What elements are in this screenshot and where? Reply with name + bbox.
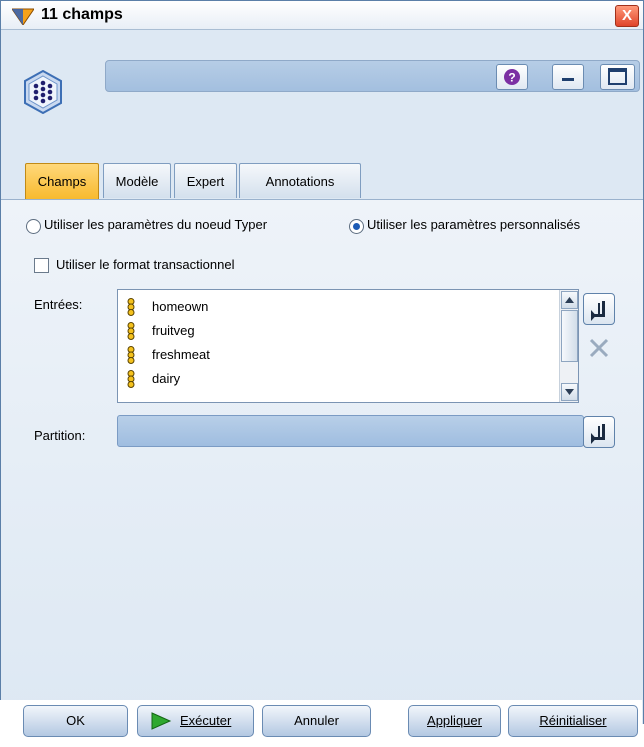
transactional-format-checkbox[interactable] xyxy=(34,258,49,273)
field-picker-button[interactable] xyxy=(583,293,615,325)
partition-label: Partition: xyxy=(34,428,86,443)
tab-annotations[interactable]: Annotations xyxy=(239,163,361,198)
remove-field-button[interactable] xyxy=(585,334,613,362)
partition-picker-button[interactable] xyxy=(583,416,615,448)
tab-expert[interactable]: Expert xyxy=(174,163,237,198)
transactional-format-label: Utiliser le format transactionnel xyxy=(56,257,235,272)
ordinal-field-icon xyxy=(127,322,135,340)
run-button[interactable]: Exécuter xyxy=(137,705,254,737)
inputs-scrollbar[interactable] xyxy=(559,290,578,402)
title-bar[interactable]: 11 champs X xyxy=(1,1,643,30)
radio-type-node-label: Utiliser les paramètres du noeud Typer xyxy=(44,217,268,232)
cancel-button[interactable]: Annuler xyxy=(262,705,371,737)
field-name: homeown xyxy=(152,299,209,314)
inputs-label: Entrées: xyxy=(34,297,83,312)
reset-button[interactable]: Réinitialiser xyxy=(508,705,638,737)
scroll-down-button[interactable] xyxy=(561,383,578,401)
ordinal-field-icon xyxy=(127,346,135,364)
minimize-button[interactable] xyxy=(552,64,584,90)
field-name: fruitveg xyxy=(152,323,195,338)
tab-modele[interactable]: Modèle xyxy=(103,163,171,198)
field-name: dairy xyxy=(152,371,181,386)
arrow-up-icon xyxy=(565,297,574,303)
radio-custom-settings[interactable] xyxy=(349,219,364,234)
remove-x-icon xyxy=(589,338,609,358)
neural-network-node-icon xyxy=(24,70,62,114)
node-header: ? xyxy=(1,30,643,133)
field-picker-icon xyxy=(591,424,605,444)
tab-champs[interactable]: Champs xyxy=(25,163,99,200)
apply-button[interactable]: Appliquer xyxy=(408,705,501,737)
partition-field[interactable] xyxy=(117,415,584,447)
play-icon xyxy=(151,712,172,730)
radio-type-node[interactable] xyxy=(26,219,41,234)
field-picker-icon xyxy=(591,301,605,321)
help-button[interactable]: ? xyxy=(496,64,528,90)
scroll-up-button[interactable] xyxy=(561,291,578,309)
radio-custom-settings-label: Utiliser les paramètres personnalisés xyxy=(367,217,581,232)
maximize-icon xyxy=(608,68,627,85)
field-name: freshmeat xyxy=(152,347,210,362)
maximize-button[interactable] xyxy=(600,64,635,90)
inputs-list[interactable]: homeown fruitveg freshmeat dairy xyxy=(117,289,579,403)
diamond-node-icon xyxy=(12,8,34,25)
close-button[interactable]: X xyxy=(615,5,639,27)
fields-panel xyxy=(1,199,643,724)
help-icon: ? xyxy=(504,69,520,85)
scroll-thumb[interactable] xyxy=(561,310,578,362)
ordinal-field-icon xyxy=(127,370,135,388)
ok-button[interactable]: OK xyxy=(23,705,128,737)
minimize-icon xyxy=(562,78,574,81)
ordinal-field-icon xyxy=(127,298,135,316)
window-title: 11 champs xyxy=(41,6,123,23)
arrow-down-icon xyxy=(565,389,574,395)
run-button-label: Exécuter xyxy=(180,713,232,728)
svg-text:?: ? xyxy=(508,71,515,85)
